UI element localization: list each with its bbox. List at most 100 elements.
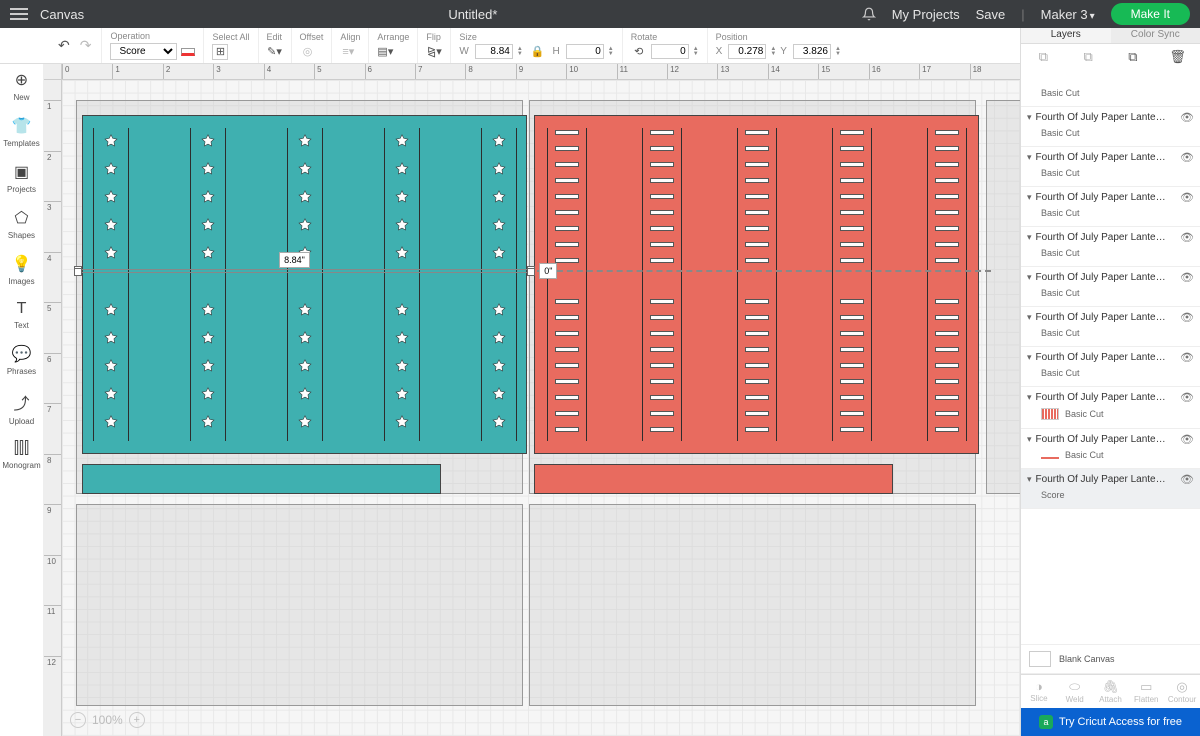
chevron-down-icon[interactable]: ▾ bbox=[1027, 352, 1032, 363]
chevron-down-icon[interactable]: ▾ bbox=[1027, 312, 1032, 323]
layer-operation: Basic Cut bbox=[1065, 409, 1104, 419]
operation-select[interactable]: Score bbox=[110, 43, 177, 60]
size-group: Size W ▲▼ 🔒 H ▲▼ bbox=[450, 28, 621, 63]
left-rail-upload[interactable]: ⤴Upload bbox=[9, 390, 34, 426]
star-icon bbox=[298, 218, 312, 232]
eye-icon[interactable]: 👁 bbox=[1180, 391, 1194, 404]
eye-icon[interactable]: 👁 bbox=[1180, 231, 1194, 244]
eye-icon[interactable]: 👁 bbox=[1180, 473, 1194, 486]
redo-button[interactable]: ↷ bbox=[80, 37, 92, 54]
eye-icon[interactable]: 👁 bbox=[1180, 311, 1194, 324]
slot bbox=[650, 210, 674, 215]
left-rail-shapes[interactable]: ⬠Shapes bbox=[8, 208, 35, 240]
chevron-down-icon[interactable]: ▾ bbox=[1027, 192, 1032, 203]
red-tab[interactable] bbox=[534, 464, 893, 494]
x-stepper[interactable]: ▲▼ bbox=[770, 47, 776, 57]
layer-row[interactable]: ▾Fourth Of July Paper Lante…👁Score bbox=[1021, 469, 1200, 509]
chevron-down-icon[interactable]: ▾ bbox=[1027, 392, 1032, 403]
select-all-button[interactable]: ⊞ bbox=[212, 44, 228, 60]
eye-icon[interactable]: 👁 bbox=[1180, 271, 1194, 284]
op-contour: ◎Contour bbox=[1164, 675, 1200, 708]
layer-row[interactable]: ▾Fourth Of July Paper Lante…👁Basic Cut bbox=[1021, 227, 1200, 267]
red-panel[interactable] bbox=[534, 115, 978, 453]
star-icon bbox=[395, 387, 409, 401]
star-icon bbox=[201, 218, 215, 232]
save-button[interactable]: Save bbox=[976, 7, 1006, 22]
eye-icon[interactable]: 👁 bbox=[1180, 151, 1194, 164]
slot bbox=[935, 146, 959, 151]
edit-button[interactable]: ✎▾ bbox=[267, 44, 283, 60]
chevron-down-icon[interactable]: ▾ bbox=[1027, 112, 1032, 123]
line-swatch[interactable] bbox=[181, 48, 195, 56]
mat-5[interactable] bbox=[529, 504, 975, 706]
width-input[interactable] bbox=[475, 44, 513, 59]
slot bbox=[840, 299, 864, 304]
left-rail-text[interactable]: TText bbox=[14, 300, 29, 330]
tab-layers[interactable]: Layers bbox=[1021, 28, 1111, 43]
y-stepper[interactable]: ▲▼ bbox=[835, 47, 841, 57]
zoom-out-button[interactable]: − bbox=[70, 712, 86, 728]
eye-icon[interactable]: 👁 bbox=[1180, 191, 1194, 204]
bell-icon[interactable] bbox=[862, 7, 876, 21]
sel-handle-e[interactable] bbox=[527, 268, 535, 276]
star-icon bbox=[395, 331, 409, 345]
slot bbox=[745, 347, 769, 352]
chevron-down-icon[interactable]: ▾ bbox=[1027, 152, 1032, 163]
chevron-down-icon[interactable]: ▾ bbox=[1027, 474, 1032, 485]
layer-row[interactable]: ▾Fourth Of July Paper Lante…👁Basic Cut bbox=[1021, 267, 1200, 307]
make-it-button[interactable]: Make It bbox=[1111, 3, 1190, 25]
y-input[interactable] bbox=[793, 44, 831, 59]
zoom-in-button[interactable]: + bbox=[129, 712, 145, 728]
eye-icon[interactable]: 👁 bbox=[1180, 433, 1194, 446]
layer-row[interactable]: Basic Cut bbox=[1021, 80, 1200, 107]
chevron-down-icon[interactable]: ▾ bbox=[1027, 272, 1032, 283]
height-stepper[interactable]: ▲▼ bbox=[608, 47, 614, 57]
slot bbox=[745, 210, 769, 215]
eye-icon[interactable]: 👁 bbox=[1180, 111, 1194, 124]
layer-row[interactable]: ▾Fourth Of July Paper Lante…👁Basic Cut bbox=[1021, 429, 1200, 469]
layer-row[interactable]: ▾Fourth Of July Paper Lante…👁Basic Cut bbox=[1021, 387, 1200, 429]
left-rail-templates[interactable]: 👕Templates bbox=[3, 116, 39, 148]
slot bbox=[555, 210, 579, 215]
cricut-access-cta[interactable]: aTry Cricut Access for free bbox=[1021, 708, 1200, 736]
star-icon bbox=[201, 303, 215, 317]
slot bbox=[745, 395, 769, 400]
rotate-input[interactable] bbox=[651, 44, 689, 59]
undo-button[interactable]: ↶ bbox=[58, 37, 70, 54]
mat-4[interactable] bbox=[76, 504, 522, 706]
machine-selector[interactable]: Maker 3▾ bbox=[1041, 7, 1095, 22]
slot bbox=[745, 379, 769, 384]
canvas[interactable]: 8.84"0" bbox=[62, 80, 1020, 736]
tab-color-sync[interactable]: Color Sync bbox=[1111, 28, 1200, 43]
layer-row[interactable]: ▾Fourth Of July Paper Lante…👁Basic Cut bbox=[1021, 147, 1200, 187]
menu-icon[interactable] bbox=[10, 8, 28, 20]
chevron-down-icon[interactable]: ▾ bbox=[1027, 232, 1032, 243]
my-projects-link[interactable]: My Projects bbox=[892, 7, 960, 22]
sel-handle-w[interactable] bbox=[74, 268, 82, 276]
height-input[interactable] bbox=[566, 44, 604, 59]
slot bbox=[650, 331, 674, 336]
rotate-stepper[interactable]: ▲▼ bbox=[693, 47, 699, 57]
layer-row[interactable]: ▾Fourth Of July Paper Lante…👁Basic Cut bbox=[1021, 187, 1200, 227]
x-input[interactable] bbox=[728, 44, 766, 59]
flip-button[interactable]: ⧎▾ bbox=[426, 44, 442, 60]
mat-3[interactable] bbox=[986, 100, 1020, 494]
lock-icon[interactable]: 🔒 bbox=[531, 45, 545, 58]
layer-row[interactable]: ▾Fourth Of July Paper Lante…👁Basic Cut bbox=[1021, 307, 1200, 347]
left-rail-projects[interactable]: ▣Projects bbox=[7, 162, 36, 194]
blank-canvas-row[interactable]: Blank Canvas bbox=[1021, 644, 1200, 674]
width-stepper[interactable]: ▲▼ bbox=[517, 47, 523, 57]
left-rail-phrases[interactable]: 💬Phrases bbox=[7, 344, 36, 376]
layer-row[interactable]: ▾Fourth Of July Paper Lante…👁Basic Cut bbox=[1021, 107, 1200, 147]
layer-row[interactable]: ▾Fourth Of July Paper Lante…👁Basic Cut bbox=[1021, 347, 1200, 387]
canvas-area[interactable]: 0123456789101112131415161718 12345678910… bbox=[44, 64, 1020, 736]
teal-panel[interactable] bbox=[82, 115, 526, 453]
arrange-button[interactable]: ▤▾ bbox=[377, 44, 393, 60]
teal-tab[interactable] bbox=[82, 464, 441, 494]
selection-box[interactable] bbox=[77, 269, 532, 273]
left-rail-images[interactable]: 💡Images bbox=[8, 254, 34, 286]
left-rail-monogram[interactable]: ⫿⫿⫿Monogram bbox=[2, 440, 40, 470]
chevron-down-icon[interactable]: ▾ bbox=[1027, 434, 1032, 445]
left-rail-new[interactable]: ⊕New bbox=[13, 70, 29, 102]
eye-icon[interactable]: 👁 bbox=[1180, 351, 1194, 364]
